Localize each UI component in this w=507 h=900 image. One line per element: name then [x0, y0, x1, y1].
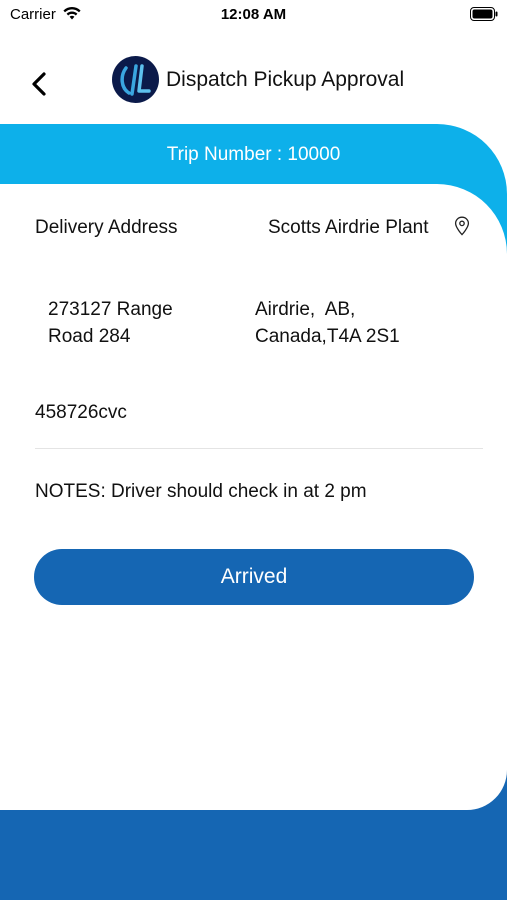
location-name: Scotts Airdrie Plant [268, 217, 429, 238]
trip-number-label: Trip Number : 10000 [166, 144, 341, 165]
status-time: 12:08 AM [220, 6, 287, 23]
address-city-line-1: Airdrie, AB, [255, 299, 356, 320]
back-button[interactable] [24, 66, 54, 102]
map-pin-icon[interactable] [454, 216, 470, 236]
address-city: Airdrie, AB, Canada,T4A 2S1 [255, 296, 400, 350]
delivery-address-label: Delivery Address [35, 217, 178, 238]
page-title: Dispatch Pickup Approval [166, 68, 405, 91]
reference-code: 458726cvc [35, 402, 127, 423]
address-street-line-1: 273127 Range [48, 299, 173, 320]
status-bar: Carrier 12:08 AM [0, 0, 507, 28]
app-logo [112, 56, 159, 103]
arrived-button[interactable]: Arrived [34, 549, 474, 605]
notes-text: NOTES: Driver should check in at 2 pm [35, 481, 367, 502]
address-street-line-2: Road 284 [48, 326, 131, 347]
address-street: 273127 Range Road 284 [48, 296, 173, 350]
divider [35, 448, 483, 449]
battery-icon [470, 7, 498, 21]
address-city-line-2: Canada,T4A 2S1 [255, 326, 400, 347]
logo-mark-icon [120, 64, 151, 96]
